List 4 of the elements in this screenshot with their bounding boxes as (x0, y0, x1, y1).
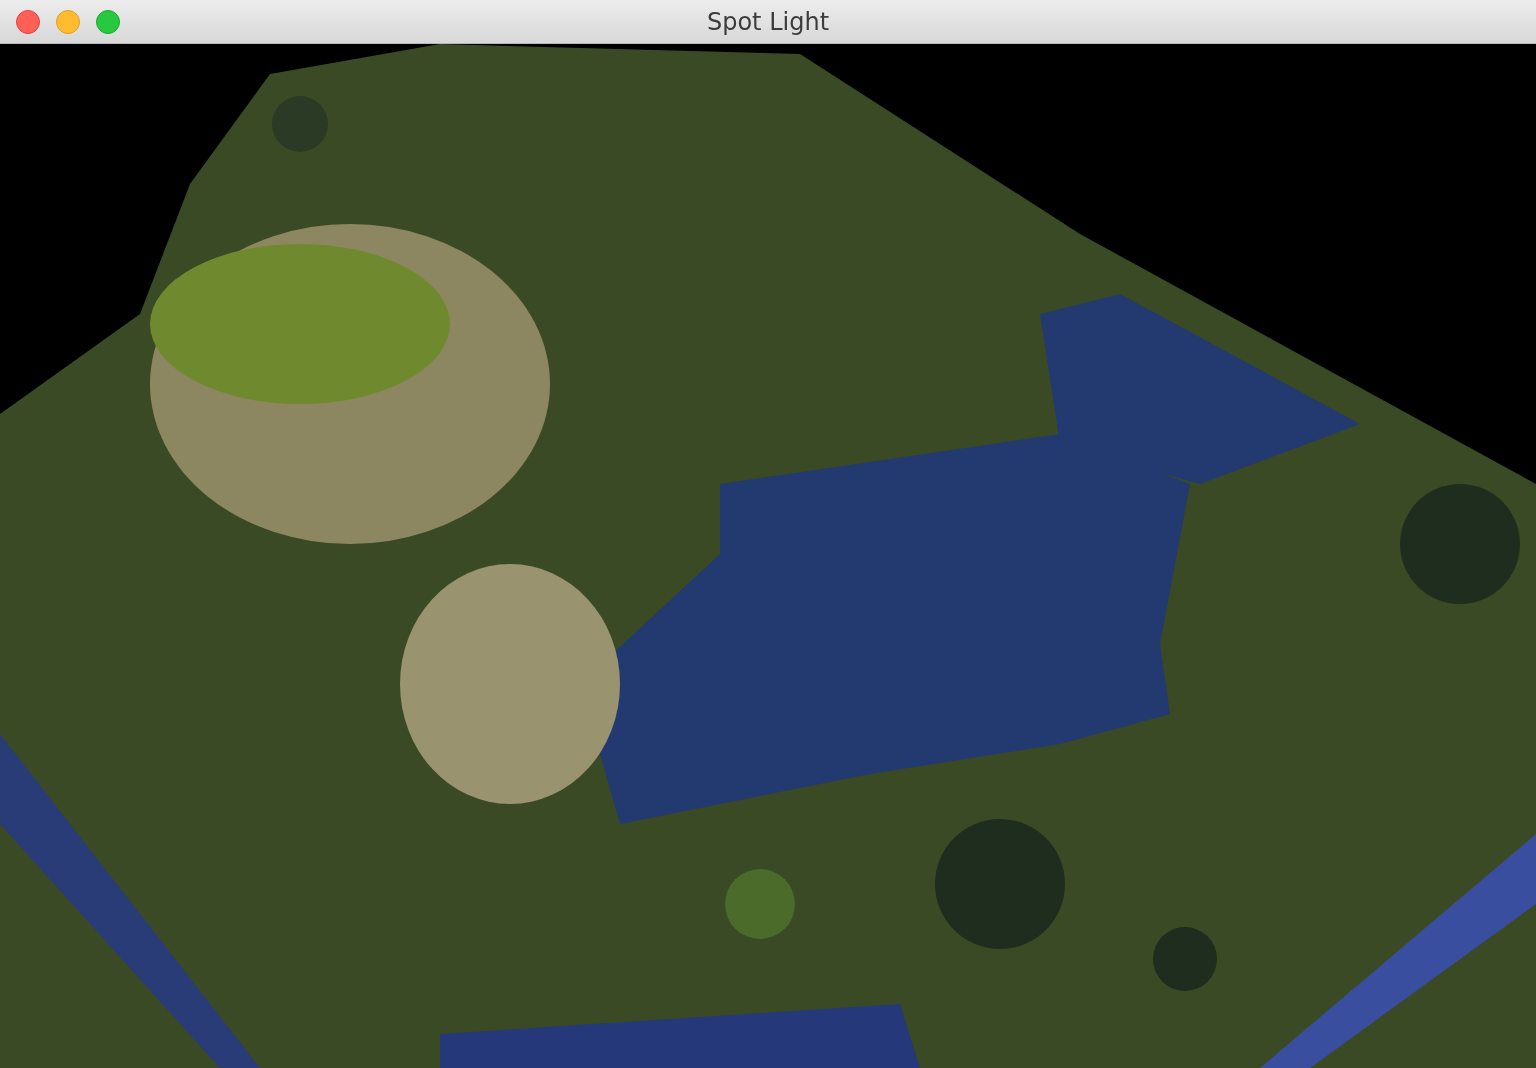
zoom-button[interactable] (96, 10, 120, 34)
minimize-button[interactable] (56, 10, 80, 34)
close-button[interactable] (16, 10, 40, 34)
window-title: Spot Light (706, 7, 830, 36)
